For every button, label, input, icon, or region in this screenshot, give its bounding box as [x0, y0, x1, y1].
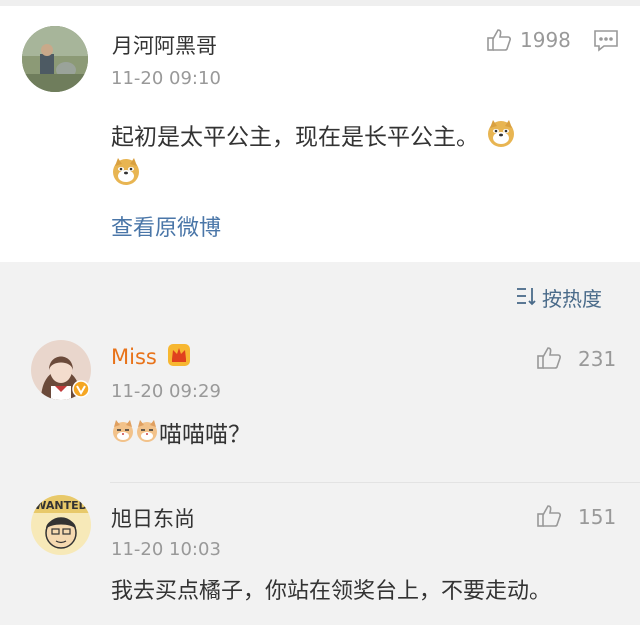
comment-text: 我去买点橘子，你站在领奖台上，不要走动。: [111, 579, 552, 604]
comment-like-count: 231: [578, 347, 617, 371]
wanted-avatar-text: WANTED: [34, 499, 88, 512]
original-post-card: 月河阿黑哥 11-20 09:10 1998 起初是太平公主，现在是长平公主。: [0, 0, 640, 262]
sort-label: 按热度: [542, 287, 602, 311]
thumbs-up-icon[interactable]: [485, 26, 513, 58]
sort-by-heat-button[interactable]: 按热度: [516, 283, 602, 312]
view-original-link[interactable]: 查看原微博: [111, 210, 221, 242]
post-author-avatar[interactable]: [22, 26, 88, 92]
post-time: 11-20 09:10: [111, 68, 221, 89]
post-content: 起初是太平公主，现在是长平公主。: [111, 118, 611, 158]
sort-icon: [516, 286, 538, 310]
post-author-name[interactable]: 月河阿黑哥: [112, 30, 217, 60]
cat-emoji-icon: [111, 419, 135, 453]
doge-emoji-icon: [486, 118, 516, 158]
comment-text-body: 喵喵喵？: [159, 422, 251, 448]
comment-time: 11-20 10:03: [111, 539, 221, 560]
cat-emoji-icon: [135, 419, 159, 453]
post-content-text: 起初是太平公主，现在是长平公主。: [111, 124, 479, 151]
thumbs-up-icon[interactable]: [535, 344, 563, 376]
comment-icon[interactable]: [592, 28, 620, 58]
crown-member-icon: [166, 342, 192, 372]
comment-text: 喵喵喵？: [111, 418, 251, 453]
doge-emoji-icon: [111, 156, 141, 190]
comment-author-name[interactable]: 旭日东尚: [111, 503, 195, 533]
comment-divider: [110, 482, 640, 483]
top-divider: [0, 0, 640, 6]
comment-time: 11-20 09:29: [111, 381, 221, 402]
verified-badge-icon: [72, 380, 90, 402]
comment-avatar[interactable]: WANTED: [31, 495, 91, 555]
comment-like-count: 151: [578, 505, 617, 529]
post-like-count: 1998: [520, 28, 571, 52]
thumbs-up-icon[interactable]: [535, 502, 563, 534]
comment-author-name[interactable]: Miss: [111, 345, 157, 369]
